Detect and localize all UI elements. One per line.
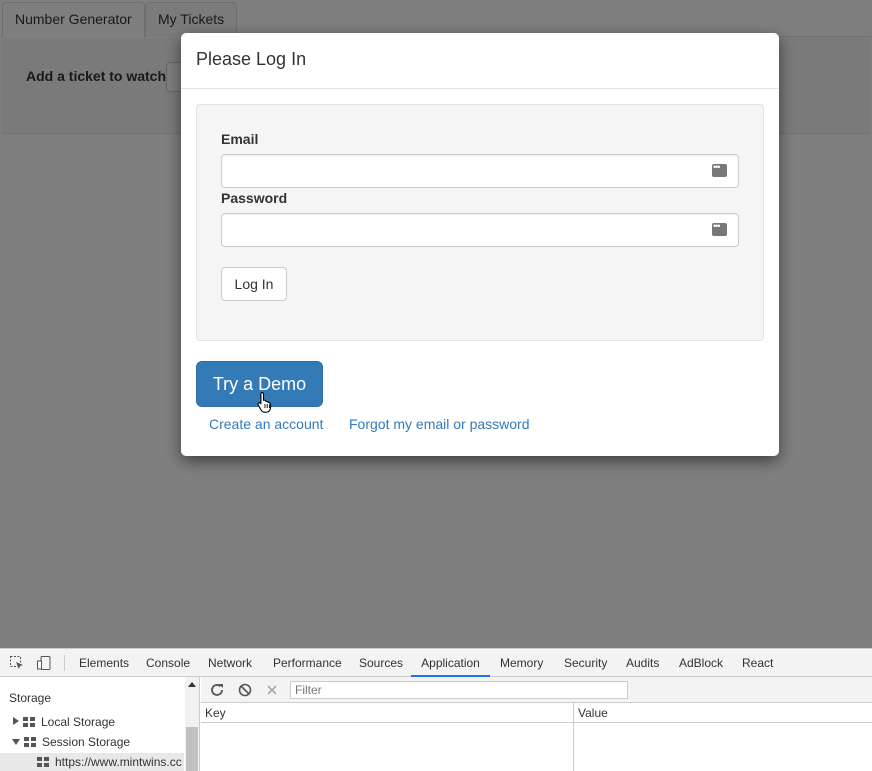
scrollbar-thumb[interactable] — [186, 727, 198, 771]
collapse-arrow-icon[interactable] — [12, 739, 20, 745]
grid-icon — [24, 737, 36, 747]
email-field-wrapper — [221, 154, 739, 188]
table-header: Key Value — [201, 703, 872, 723]
page: Number Generator My Tickets Add a ticket… — [0, 0, 872, 648]
tree-item-local-storage[interactable]: Local Storage — [13, 715, 115, 729]
toolbar-divider — [64, 655, 65, 671]
tree-item-label: Local Storage — [41, 715, 116, 729]
password-field-wrapper — [221, 213, 739, 247]
tab-memory[interactable]: Memory — [500, 649, 543, 677]
password-field[interactable] — [222, 214, 702, 246]
modal-header: Please Log In — [181, 33, 779, 89]
hand-cursor-icon — [257, 391, 272, 413]
grid-icon — [23, 717, 35, 727]
storage-table-panel: Key Value — [201, 677, 872, 771]
column-header-key[interactable]: Key — [205, 706, 226, 720]
storage-heading: Storage — [9, 691, 52, 705]
password-label: Password — [221, 190, 288, 206]
device-toolbar-icon[interactable] — [36, 655, 52, 671]
expand-arrow-icon[interactable] — [13, 717, 19, 725]
tab-audits[interactable]: Audits — [626, 649, 659, 677]
forgot-credentials-link[interactable]: Forgot my email or password — [349, 416, 530, 432]
devtools-panel: Elements Console Network Performance Sou… — [0, 648, 872, 771]
filter-input[interactable] — [290, 681, 628, 699]
refresh-icon[interactable] — [209, 682, 225, 698]
create-account-link[interactable]: Create an account — [209, 416, 323, 432]
modal-title: Please Log In — [196, 49, 307, 69]
delete-selected-icon[interactable] — [264, 682, 280, 698]
tree-item-session-origin[interactable]: https://www.mintwins.cc — [0, 753, 184, 771]
storage-sidebar: Storage Local Storage Session Storage ht… — [0, 677, 200, 771]
tab-elements[interactable]: Elements — [79, 649, 129, 677]
login-button[interactable]: Log In — [221, 267, 287, 301]
tree-item-session-storage[interactable]: Session Storage — [12, 735, 130, 749]
storage-toolbar — [201, 677, 872, 703]
tab-adblock[interactable]: AdBlock — [679, 649, 723, 677]
tab-network[interactable]: Network — [208, 649, 252, 677]
tab-security[interactable]: Security — [564, 649, 607, 677]
tab-performance[interactable]: Performance — [273, 649, 342, 677]
login-modal: Please Log In Email Password Log In Try … — [181, 33, 779, 456]
inspect-element-icon[interactable] — [9, 655, 25, 671]
tab-sources[interactable]: Sources — [359, 649, 403, 677]
tab-console[interactable]: Console — [146, 649, 190, 677]
password-manager-icon[interactable] — [712, 162, 727, 177]
grid-icon — [37, 757, 49, 767]
column-header-value[interactable]: Value — [578, 706, 608, 720]
tab-application[interactable]: Application — [411, 649, 490, 677]
clear-all-icon[interactable] — [237, 682, 253, 698]
password-manager-icon[interactable] — [712, 221, 727, 236]
tree-item-label: https://www.mintwins.cc — [55, 755, 182, 769]
tab-react[interactable]: React — [742, 649, 773, 677]
scroll-up-arrow-icon[interactable] — [188, 682, 196, 687]
sidebar-scrollbar[interactable] — [185, 677, 199, 771]
column-divider[interactable] — [573, 703, 574, 771]
devtools-toolbar: Elements Console Network Performance Sou… — [0, 649, 872, 677]
tree-item-label: Session Storage — [42, 735, 131, 749]
email-field[interactable] — [222, 155, 702, 187]
email-label: Email — [221, 131, 259, 147]
login-form: Email Password Log In — [196, 104, 764, 341]
